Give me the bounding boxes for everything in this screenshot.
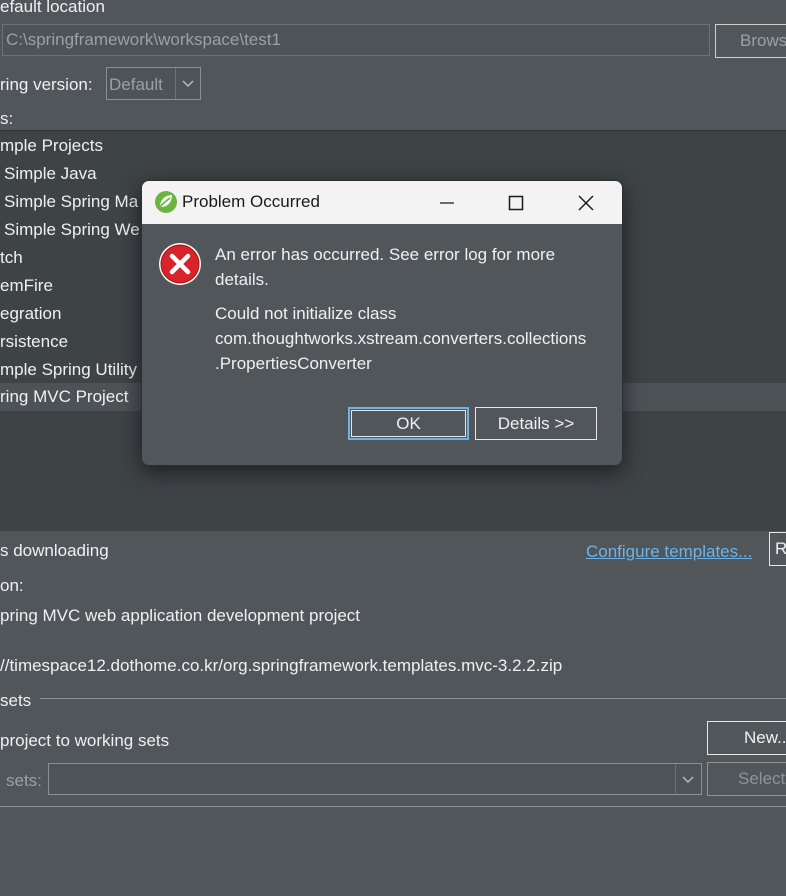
browse-button[interactable]: Brows [715,24,786,58]
problem-occurred-dialog: Problem Occurred An error has occurred. … [141,180,623,466]
ok-button[interactable]: OK [348,407,469,440]
maximize-icon [508,195,524,210]
error-message-line: An error has occurred. See error log for… [215,245,556,264]
list-item[interactable]: egration [0,304,61,324]
details-button[interactable]: Details >> [475,407,597,440]
close-button[interactable] [551,181,621,224]
location-input-value: C:\springframework\workspace\test1 [6,30,281,49]
description-label: on: [0,576,24,595]
working-sets-combo[interactable] [48,763,702,795]
list-item[interactable]: Simple Spring We [4,220,140,240]
maximize-button[interactable] [481,181,551,224]
new-working-set-button[interactable]: New... [707,721,786,755]
templates-label: s: [0,109,14,128]
error-detail-line: .PropertiesConverter [215,354,372,373]
minimize-button[interactable] [412,181,482,224]
error-detail: Could not initialize class com.thoughtwo… [215,301,586,376]
list-item[interactable]: tch [0,248,23,268]
spring-version-value: Default [109,75,163,94]
group-border-top [40,698,786,699]
list-item[interactable]: Simple Spring Ma [4,192,138,212]
list-item[interactable]: mple Spring Utility [0,360,137,380]
downloading-label: s downloading [0,541,109,560]
minimize-icon [440,201,454,204]
refresh-button[interactable]: R [769,532,786,566]
list-item[interactable]: mple Projects [0,136,103,156]
error-detail-line: Could not initialize class [215,304,397,323]
description-text: pring MVC web application development pr… [0,606,361,625]
spring-version-select[interactable]: Default [106,67,201,100]
spring-leaf-icon [155,191,177,213]
add-to-working-sets-checkbox[interactable]: project to working sets [0,731,169,751]
close-icon [578,195,594,210]
dialog-titlebar: Problem Occurred [142,181,622,224]
list-item[interactable]: Simple Java [4,164,97,184]
template-url: //timespace12.dothome.co.kr/org.springfr… [0,656,563,675]
dialog-title: Problem Occurred [182,192,320,211]
location-input[interactable]: C:\springframework\workspace\test1 [2,24,710,56]
configure-templates-link[interactable]: Configure templates... [586,542,752,562]
error-x-icon [159,243,201,285]
chevron-down-icon [682,776,694,783]
error-detail-line: com.thoughtworks.xstream.converters.coll… [215,329,587,348]
list-item[interactable]: rsistence [0,332,68,352]
chevron-down-icon [182,80,194,87]
error-message-line: details. [215,270,269,289]
select-working-set-button[interactable]: Select [707,762,786,796]
spring-version-label: ring version: [0,75,93,94]
working-sets-group-label: sets [0,691,32,710]
list-item[interactable]: emFire [0,276,53,296]
error-message: An error has occurred. See error log for… [215,242,555,292]
group-border-bottom [0,806,786,807]
default-location-label: efault location [0,0,105,16]
working-sets-label: sets: [6,771,42,790]
